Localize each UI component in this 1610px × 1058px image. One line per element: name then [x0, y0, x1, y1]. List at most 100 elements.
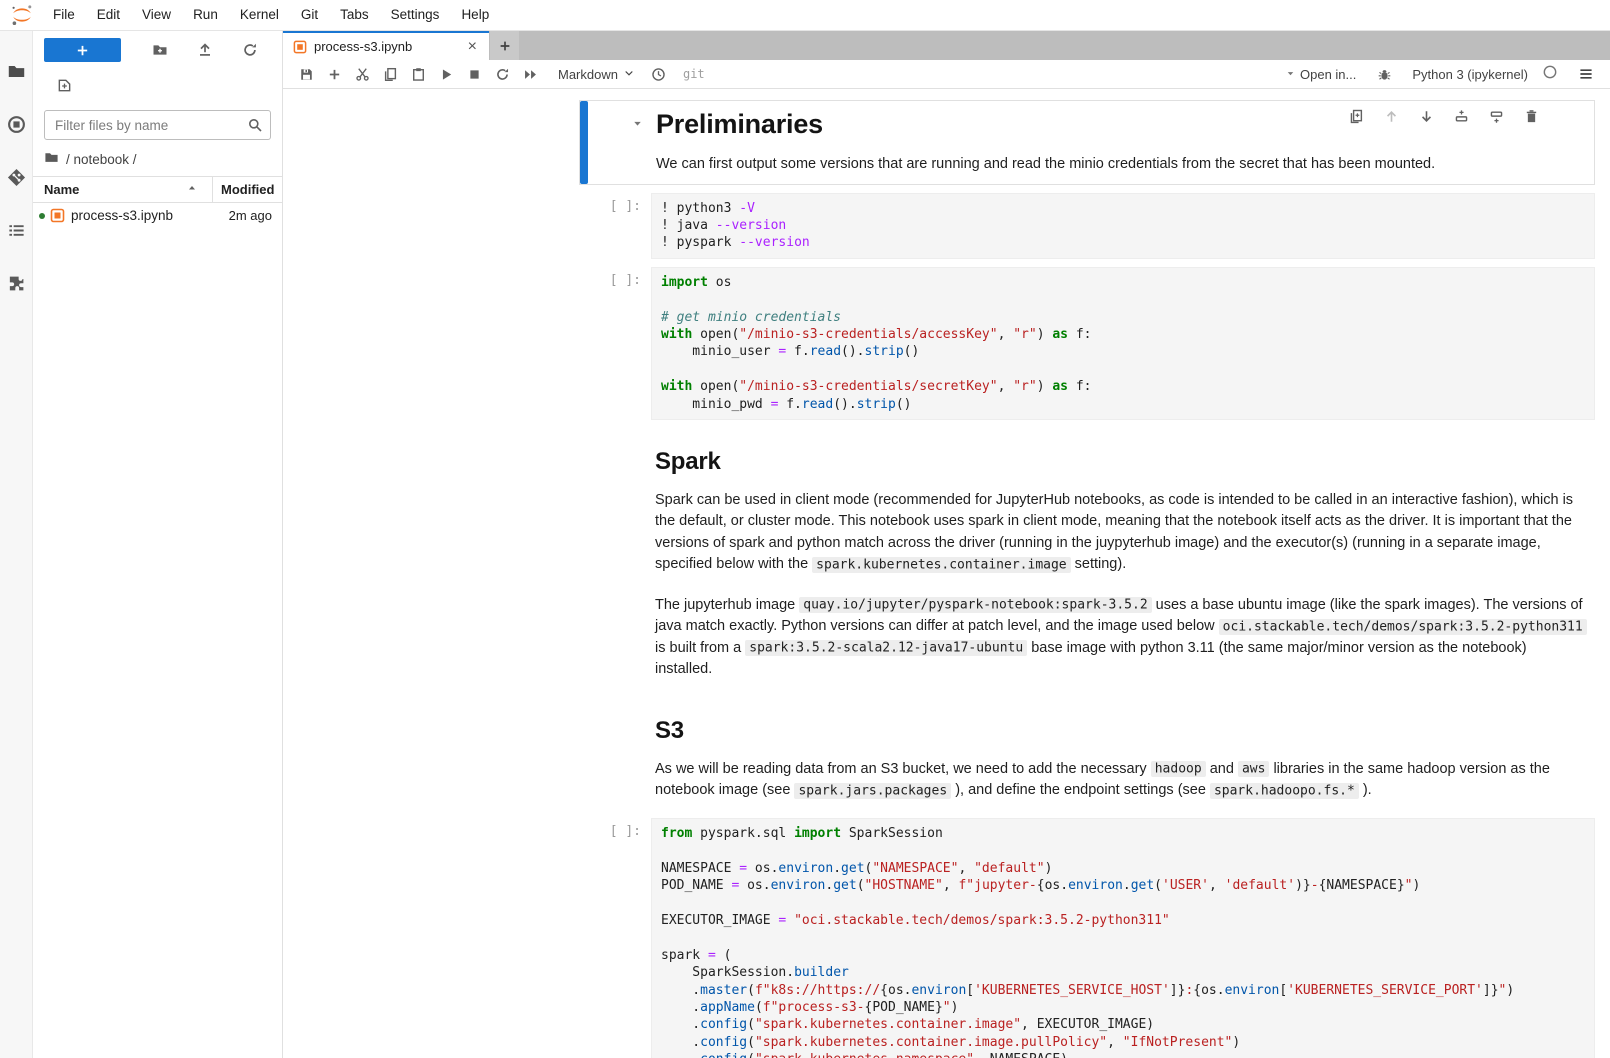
git-clone-button[interactable] [57, 80, 72, 97]
cell-collapser[interactable] [579, 697, 587, 810]
menu-bar: FileEditViewRunKernelGitTabsSettingsHelp [0, 0, 1610, 31]
paste-icon [411, 67, 426, 82]
move-up-button[interactable] [1380, 106, 1402, 126]
file-list-item[interactable]: process-s3.ipynb2m ago [33, 203, 282, 228]
cut-button[interactable] [348, 62, 376, 86]
plus-icon [75, 43, 90, 58]
rendered-markdown[interactable]: S3As we will be reading data from an S3 … [651, 697, 1595, 810]
move-down-button[interactable] [1415, 106, 1437, 126]
cell-prompt: [ ]: [587, 267, 651, 420]
add-cell-button[interactable] [320, 62, 348, 86]
cut-icon [355, 67, 370, 82]
new-launcher-button[interactable] [44, 38, 121, 62]
delete-button[interactable] [1520, 106, 1542, 126]
insert-above-button[interactable] [1450, 106, 1472, 126]
upload-button[interactable] [182, 38, 227, 62]
code-line: NAMESPACE = os.environ.get("NAMESPACE", … [661, 860, 1585, 877]
refresh-button[interactable] [227, 38, 272, 62]
markdown-heading: Spark [655, 448, 1587, 476]
move-up-icon [1384, 109, 1399, 124]
inline-code: spark.kubernetes.container.image [812, 557, 1070, 573]
paste-button[interactable] [404, 62, 432, 86]
code-line: ! python3 -V [661, 200, 1585, 217]
menu-kernel[interactable]: Kernel [229, 0, 290, 30]
code-line: SparkSession.builder [661, 964, 1585, 981]
column-header-modified[interactable]: Modified [212, 177, 282, 202]
menu-git[interactable]: Git [290, 0, 329, 30]
sidebar-tab-table-of-contents[interactable] [0, 204, 33, 257]
cell-collapser[interactable] [579, 818, 587, 1058]
code-line: ! java --version [661, 217, 1585, 234]
markdown-heading: S3 [655, 717, 1587, 745]
kernel-status-icon[interactable] [1542, 64, 1558, 85]
code-editor[interactable]: ! python3 -V! java --version! pyspark --… [651, 193, 1595, 259]
insert-below-button[interactable] [1485, 106, 1507, 126]
clock-icon [651, 67, 666, 82]
menu-help[interactable]: Help [450, 0, 500, 30]
restart-button[interactable] [488, 62, 516, 86]
code-cell[interactable]: [ ]:from pyspark.sql import SparkSession… [579, 818, 1595, 1058]
code-line [661, 895, 1585, 912]
cell-type-dropdown[interactable]: Markdown [558, 67, 635, 82]
debugger-bug-icon[interactable] [1370, 62, 1398, 86]
close-icon[interactable]: × [464, 39, 481, 55]
markdown-cell[interactable]: SparkSpark can be used in client mode (r… [579, 428, 1595, 689]
heading-collapse-caret-icon[interactable] [631, 117, 644, 134]
hamburger-menu-icon[interactable] [1572, 62, 1600, 86]
cell-collapser[interactable] [579, 428, 587, 689]
menu-tabs[interactable]: Tabs [329, 0, 380, 30]
menu-settings[interactable]: Settings [380, 0, 451, 30]
sidebar-tab-git[interactable] [0, 151, 33, 204]
run-all-button[interactable] [516, 62, 544, 86]
menu-view[interactable]: View [131, 0, 182, 30]
jupyter-logo-icon [10, 3, 34, 27]
code-cell[interactable]: [ ]:! python3 -V! java --version! pyspar… [579, 193, 1595, 259]
caret-down-icon [631, 117, 644, 130]
breadcrumb[interactable]: / notebook / [33, 140, 282, 176]
menu-run[interactable]: Run [182, 0, 229, 30]
inline-code: quay.io/jupyter/pyspark-notebook:spark-3… [799, 597, 1151, 613]
code-line: ! pyspark --version [661, 234, 1585, 251]
code-line: spark = ( [661, 947, 1585, 964]
run-button[interactable] [432, 62, 460, 86]
notebook-file-icon [293, 40, 307, 54]
copy-button[interactable] [376, 62, 404, 86]
code-line: .master(f"k8s://https://{os.environ['KUB… [661, 982, 1585, 999]
document-tab[interactable]: process-s3.ipynb× [283, 31, 489, 60]
duplicate-button[interactable] [1345, 106, 1367, 126]
sidebar-tab-extensions[interactable] [0, 257, 33, 310]
rendered-markdown[interactable]: SparkSpark can be used in client mode (r… [651, 428, 1595, 689]
new-tab-button[interactable] [490, 31, 519, 60]
sidebar-tab-folder[interactable] [0, 45, 33, 98]
open-status-dot [39, 213, 45, 219]
file-listing-header: Name Modified [33, 176, 282, 203]
code-editor[interactable]: import os # get minio credentialswith op… [651, 267, 1595, 420]
filter-files-input[interactable] [44, 110, 271, 140]
markdown-cell[interactable]: PreliminariesWe can first output some ve… [579, 100, 1595, 185]
column-header-name[interactable]: Name [33, 177, 212, 202]
file-browser-toolbar [33, 31, 282, 66]
notebook-content: PreliminariesWe can first output some ve… [283, 89, 1610, 1058]
open-in-dropdown[interactable]: Open in... [1285, 67, 1356, 82]
code-editor[interactable]: from pyspark.sql import SparkSession NAM… [651, 818, 1595, 1058]
move-down-icon [1419, 109, 1434, 124]
refresh-icon [242, 42, 258, 58]
menu-file[interactable]: File [42, 0, 86, 30]
new-folder-button[interactable] [137, 38, 182, 62]
chevron-down-icon [623, 67, 635, 79]
cell-collapser[interactable] [580, 101, 588, 184]
kernel-name[interactable]: Python 3 (ipykernel) [1412, 67, 1528, 82]
menu-edit[interactable]: Edit [86, 0, 131, 30]
code-cell[interactable]: [ ]:import os # get minio credentialswit… [579, 267, 1595, 420]
stop-button[interactable] [460, 62, 488, 86]
hamburger-icon [1578, 66, 1594, 82]
code-line: EXECUTOR_IMAGE = "oci.stackable.tech/dem… [661, 912, 1585, 929]
markdown-cell[interactable]: S3As we will be reading data from an S3 … [579, 697, 1595, 810]
sidebar-tab-running-sessions[interactable] [0, 98, 33, 151]
kernel-idle-circle-icon [1542, 64, 1558, 80]
save-button[interactable] [292, 62, 320, 86]
cell-collapser[interactable] [579, 267, 587, 420]
cell-collapser[interactable] [579, 193, 587, 259]
file-browser-panel: / notebook / Name Modified process-s3.ip… [33, 31, 283, 1058]
history-clock-icon[interactable] [645, 62, 673, 86]
